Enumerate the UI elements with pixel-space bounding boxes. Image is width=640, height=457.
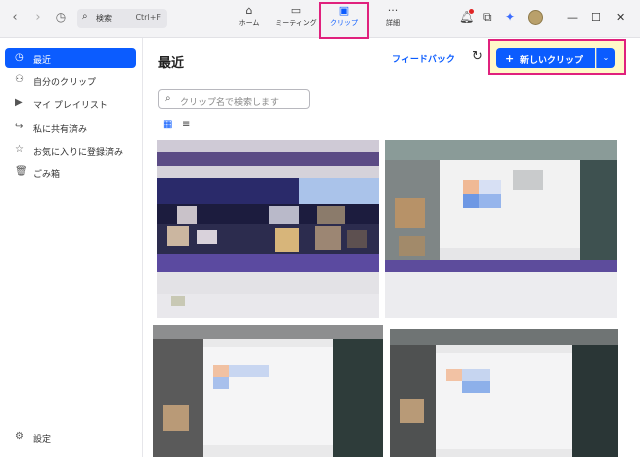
sidebar-item-label: マイ プレイリスト: [33, 101, 108, 111]
list-view-icon[interactable]: ≡: [182, 119, 190, 130]
sidebar-item-label: 自分のクリップ: [33, 78, 97, 88]
page-title: 最近: [158, 56, 185, 71]
new-clip-dropdown[interactable]: ⌄: [596, 48, 615, 68]
ai-companion-icon[interactable]: ✦: [505, 10, 515, 24]
history-icon[interactable]: ◷: [52, 10, 70, 24]
main-content: 最近 フィードバック ↻ + 新しいクリップ ⌄ ⌕ クリップ名で検索します ▦…: [144, 38, 640, 457]
clips-tab-highlight: [319, 2, 369, 39]
chevron-down-icon: ⌄: [602, 53, 610, 62]
global-search[interactable]: ⌕ 検索 Ctrl+F: [77, 9, 167, 28]
sidebar-item-favorites[interactable]: ☆ お気に入りに登録済み: [5, 140, 136, 160]
notification-dot: [469, 9, 474, 14]
apps-icon[interactable]: ⧉: [483, 10, 492, 25]
sidebar-item-label: ごみ箱: [33, 170, 61, 180]
title-bar: ‹ › ◷ ⌕ 検索 Ctrl+F ⌂ ホーム ▭ ミーティング ▣ クリップ …: [0, 0, 640, 39]
sidebar-item-my-playlists[interactable]: ▶ マイ プレイリスト: [5, 93, 136, 113]
person-icon: ⚇: [15, 74, 24, 85]
maximize-icon[interactable]: ☐: [591, 11, 601, 24]
tab-home-label: ホーム: [238, 19, 260, 27]
feedback-link[interactable]: フィードバック: [392, 52, 455, 65]
sidebar-item-label: お気に入りに登録済み: [33, 148, 124, 158]
more-icon: ···: [387, 4, 399, 17]
share-icon: ↪: [15, 121, 24, 132]
star-icon: ☆: [15, 144, 24, 155]
clip-thumbnail[interactable]: [385, 140, 617, 318]
clip-thumbnail[interactable]: [157, 140, 379, 318]
search-icon: ⌕: [165, 93, 171, 104]
close-icon[interactable]: ✕: [616, 11, 625, 24]
forward-icon[interactable]: ›: [29, 10, 47, 25]
gear-icon: ⚙: [15, 431, 24, 442]
tab-more-label: 詳細: [386, 19, 400, 27]
sidebar-item-my-clips[interactable]: ⚇ 自分のクリップ: [5, 70, 136, 90]
avatar[interactable]: [528, 10, 543, 25]
sidebar-item-label: 設定: [33, 435, 52, 445]
clip-thumbnail-preview: [157, 140, 379, 318]
sidebar-item-settings[interactable]: ⚙ 設定: [5, 427, 136, 447]
clip-thumbnail[interactable]: [153, 325, 383, 457]
refresh-icon[interactable]: ↻: [472, 49, 483, 64]
new-clip-button[interactable]: + 新しいクリップ: [496, 48, 595, 68]
search-icon: ⌕: [82, 11, 88, 22]
new-clip-label: 新しいクリップ: [520, 56, 584, 66]
sidebar-item-recent[interactable]: ◷ 最近: [5, 48, 136, 68]
back-icon[interactable]: ‹: [6, 10, 24, 25]
trash-icon: 🗑︎: [15, 166, 28, 177]
tab-meetings-label: ミーティング: [275, 19, 317, 27]
clip-thumbnail-preview: [385, 140, 617, 318]
plus-icon: +: [505, 52, 515, 65]
tab-more[interactable]: ··· 詳細: [365, 4, 421, 34]
sidebar-item-label: 私に共有済み: [33, 125, 88, 135]
clock-icon: ◷: [15, 52, 24, 63]
sidebar-item-label: 最近: [33, 56, 52, 66]
clip-search-input[interactable]: ⌕ クリップ名で検索します: [158, 89, 310, 109]
minimize-icon[interactable]: —: [567, 11, 578, 24]
clip-thumbnail-preview: [390, 329, 618, 457]
grid-view-icon[interactable]: ▦: [163, 119, 172, 130]
playlist-icon: ▶: [15, 97, 23, 108]
sidebar: ◷ 最近 ⚇ 自分のクリップ ▶ マイ プレイリスト ↪ 私に共有済み ☆ お気…: [0, 38, 143, 457]
clip-thumbnail[interactable]: [390, 329, 618, 457]
sidebar-item-trash[interactable]: 🗑︎ ごみ箱: [5, 162, 136, 182]
sidebar-item-shared-with-me[interactable]: ↪ 私に共有済み: [5, 117, 136, 137]
search-shortcut: Ctrl+F: [135, 13, 161, 22]
clip-thumbnail-preview: [153, 325, 383, 457]
clip-search-placeholder: クリップ名で検索します: [180, 98, 280, 108]
global-search-placeholder: 検索: [96, 14, 112, 23]
